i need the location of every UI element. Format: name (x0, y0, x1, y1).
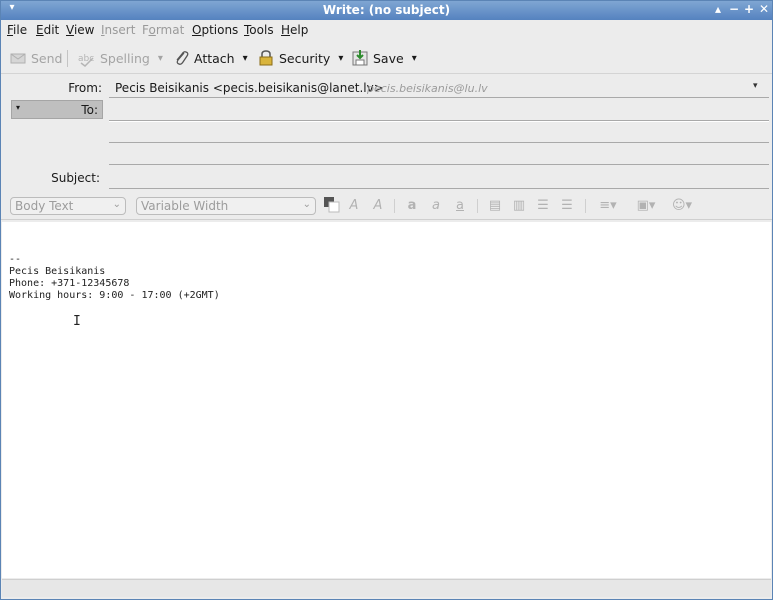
toolbar-separator (67, 50, 68, 67)
from-field-border (109, 97, 769, 98)
menu-format[interactable]: Format (142, 23, 184, 37)
font-family-value: Variable Width (141, 199, 229, 213)
menu-view[interactable]: View (66, 23, 94, 37)
numbered-list-icon[interactable]: ▥ (511, 198, 527, 214)
format-toolbar: Body Text ⌄ Variable Width ⌄ A A a a a ▤… (1, 192, 772, 220)
chevron-down-icon: ⌄ (302, 199, 311, 210)
format-separator (477, 199, 478, 213)
message-body-editor[interactable]: -- Pecis Beisikanis Phone: +371-12345678… (2, 222, 771, 578)
format-separator (585, 199, 586, 213)
spelling-button[interactable]: abc Spelling ▾ (78, 48, 163, 68)
menu-insert[interactable]: Insert (101, 23, 135, 37)
recipient-input-3[interactable] (109, 145, 769, 164)
subject-label: Subject: (51, 171, 100, 185)
subject-field-border (109, 188, 769, 189)
attach-label: Attach (194, 50, 235, 66)
security-button[interactable]: Security ▾ (257, 48, 343, 68)
window-title: Write: (no subject) (322, 3, 451, 17)
send-label: Send (31, 50, 63, 66)
recipient-row-3-border (109, 164, 769, 165)
close-icon[interactable]: ✕ (757, 2, 771, 18)
text-cursor-icon: I (73, 314, 81, 329)
recipient-type-selector[interactable]: ▾ To: (11, 100, 103, 119)
save-button[interactable]: Save ▾ (351, 48, 417, 68)
menu-file[interactable]: File (7, 23, 27, 37)
from-label: From: (68, 81, 102, 95)
paragraph-style-select[interactable]: Body Text ⌄ (10, 197, 126, 215)
title-bar[interactable]: ▾ Write: (no subject) ▴ − + ✕ (1, 1, 772, 20)
format-separator (394, 199, 395, 213)
minimize-icon[interactable]: − (727, 2, 741, 18)
italic-icon[interactable]: a (428, 198, 444, 214)
paragraph-style-value: Body Text (15, 199, 74, 213)
chevron-down-icon: ⌄ (112, 199, 121, 210)
menu-tools[interactable]: Tools (244, 23, 274, 37)
menu-help[interactable]: Help (281, 23, 308, 37)
bulleted-list-icon[interactable]: ▤ (487, 198, 503, 214)
status-bar (2, 579, 771, 597)
menu-options[interactable]: Options (192, 23, 238, 37)
outdent-icon[interactable]: ☰ (535, 198, 551, 214)
attach-dropdown-icon[interactable]: ▾ (243, 53, 248, 64)
from-identity: Pecis Beisikanis <pecis.beisikanis@lanet… (115, 81, 384, 95)
to-label: To: (81, 103, 98, 117)
maximize-icon[interactable]: + (742, 2, 756, 18)
recipient-row-2-border (109, 142, 769, 143)
send-icon (9, 49, 27, 67)
compose-window: ▾ Write: (no subject) ▴ − + ✕ File Edit … (0, 0, 773, 600)
align-icon[interactable]: ≡▾ (595, 198, 621, 214)
underline-icon[interactable]: a (452, 198, 468, 214)
main-toolbar: Send abc Spelling ▾ Attach ▾ Security ▾ (1, 42, 772, 74)
security-dropdown-icon[interactable]: ▾ (338, 53, 343, 64)
font-family-select[interactable]: Variable Width ⌄ (136, 197, 316, 215)
security-label: Security (279, 50, 331, 66)
spelling-label: Spelling (100, 50, 150, 66)
from-alt-address: pecis.beisikanis@lu.lv (367, 82, 488, 95)
send-button[interactable]: Send (9, 48, 62, 68)
attach-button[interactable]: Attach ▾ (172, 48, 248, 68)
save-label: Save (373, 50, 404, 66)
from-selector[interactable]: Pecis Beisikanis <pecis.beisikanis@lanet… (109, 77, 769, 97)
subject-input[interactable] (109, 168, 769, 188)
from-dropdown-icon: ▾ (753, 81, 758, 91)
recipient-input-2[interactable] (109, 123, 769, 142)
lock-icon (257, 49, 275, 67)
save-dropdown-icon[interactable]: ▾ (412, 53, 417, 64)
text-color-icon[interactable] (323, 196, 340, 213)
smiley-icon[interactable]: ☺▾ (669, 198, 695, 214)
shade-icon[interactable]: ▴ (711, 2, 725, 18)
spelling-icon: abc (78, 49, 96, 67)
menu-edit[interactable]: Edit (36, 23, 59, 37)
menu-bar: File Edit View Insert Format Options Too… (1, 20, 772, 42)
indent-icon[interactable]: ☰ (559, 198, 575, 214)
paperclip-icon (172, 49, 190, 67)
font-smaller-icon[interactable]: A (346, 198, 362, 214)
address-headers: From: Pecis Beisikanis <pecis.beisikanis… (1, 75, 772, 191)
chevron-down-icon: ▾ (16, 103, 21, 112)
bold-icon[interactable]: a (404, 198, 420, 214)
to-field-highlight (109, 121, 769, 122)
to-input[interactable] (109, 100, 769, 120)
save-icon (351, 49, 369, 67)
spelling-dropdown-icon[interactable]: ▾ (158, 53, 163, 64)
signature-text: -- Pecis Beisikanis Phone: +371-12345678… (9, 254, 220, 301)
font-larger-icon[interactable]: A (370, 198, 386, 214)
insert-image-icon[interactable]: ▣▾ (633, 198, 659, 214)
